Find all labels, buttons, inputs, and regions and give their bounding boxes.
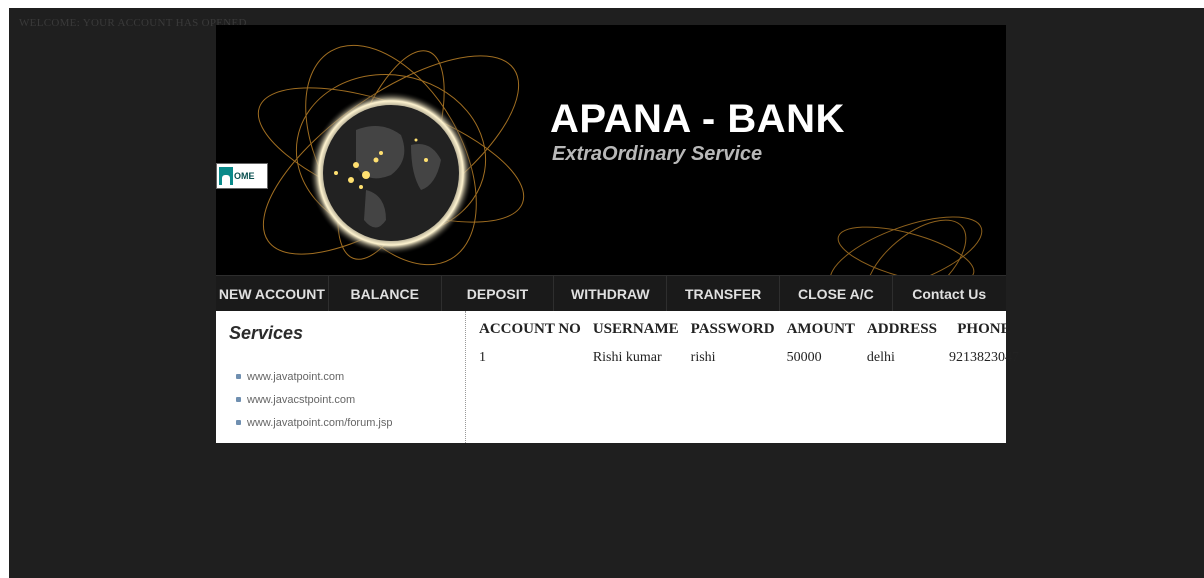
cell-password: rishi: [690, 350, 716, 365]
content-area: Services www.javatpoint.com www.javacstp…: [216, 311, 1019, 443]
col-header-address: ADDRESS: [866, 321, 937, 337]
cell-address: delhi: [866, 350, 895, 365]
account-table: ACCOUNT NO USERNAME PASSWORD AMOUNT ADDR…: [473, 321, 1025, 366]
nav-new-account[interactable]: NEW ACCOUNT: [216, 276, 329, 312]
service-link-text[interactable]: www.javacstpoint.com: [247, 394, 355, 406]
cell-amount: 50000: [786, 350, 822, 365]
cell-account-no: 1: [479, 350, 486, 365]
nav-balance[interactable]: BALANCE: [329, 276, 442, 312]
nav-contact-us[interactable]: Contact Us: [893, 276, 1006, 312]
col-header-phone: PHONE: [957, 321, 1011, 337]
bullet-icon: [236, 374, 241, 379]
service-link-text[interactable]: www.javatpoint.com: [247, 371, 344, 383]
home-button[interactable]: OME: [216, 163, 268, 189]
site-container: OME APANA - BANK ExtraOrdinary Service N…: [216, 25, 1019, 443]
nav-transfer[interactable]: TRANSFER: [667, 276, 780, 312]
cell-phone: 9213823047: [948, 350, 1019, 365]
account-details: ACCOUNT NO USERNAME PASSWORD AMOUNT ADDR…: [473, 321, 1019, 366]
nav-withdraw[interactable]: WITHDRAW: [554, 276, 668, 312]
header-banner: OME APANA - BANK ExtraOrdinary Service: [216, 25, 1006, 275]
home-button-label: OME: [234, 171, 255, 181]
site-tagline: ExtraOrdinary Service: [552, 143, 763, 165]
cell-username: Rishi kumar: [592, 350, 662, 365]
main-nav: NEW ACCOUNT BALANCE DEPOSIT WITHDRAW TRA…: [216, 275, 1006, 312]
services-link-list: www.javatpoint.com www.javacstpoint.com …: [236, 365, 393, 434]
service-link[interactable]: www.javacstpoint.com: [236, 388, 393, 411]
service-link[interactable]: www.javatpoint.com/forum.jsp: [236, 411, 393, 434]
service-link[interactable]: www.javatpoint.com: [236, 365, 393, 388]
table-header-row: ACCOUNT NO USERNAME PASSWORD AMOUNT ADDR…: [473, 321, 1025, 350]
col-header-amount: AMOUNT: [786, 321, 855, 337]
col-header-password: PASSWORD: [690, 321, 775, 337]
home-icon: [219, 167, 233, 185]
services-sidebar: Services www.javatpoint.com www.javacstp…: [216, 311, 466, 443]
welcome-message: WELCOME: YOUR ACCOUNT HAS OPENED: [19, 17, 247, 29]
nav-deposit[interactable]: DEPOSIT: [442, 276, 555, 312]
site-title: APANA - BANK: [550, 97, 845, 141]
service-link-text[interactable]: www.javatpoint.com/forum.jsp: [247, 417, 393, 429]
nav-close-account[interactable]: CLOSE A/C: [780, 276, 893, 312]
bullet-icon: [236, 420, 241, 425]
bullet-icon: [236, 397, 241, 402]
col-header-account-no: ACCOUNT NO: [479, 321, 581, 337]
table-row: 1 Rishi kumar rishi 50000 delhi 92138230…: [473, 350, 1025, 366]
col-header-username: USERNAME: [592, 321, 679, 337]
services-title: Services: [229, 323, 304, 343]
